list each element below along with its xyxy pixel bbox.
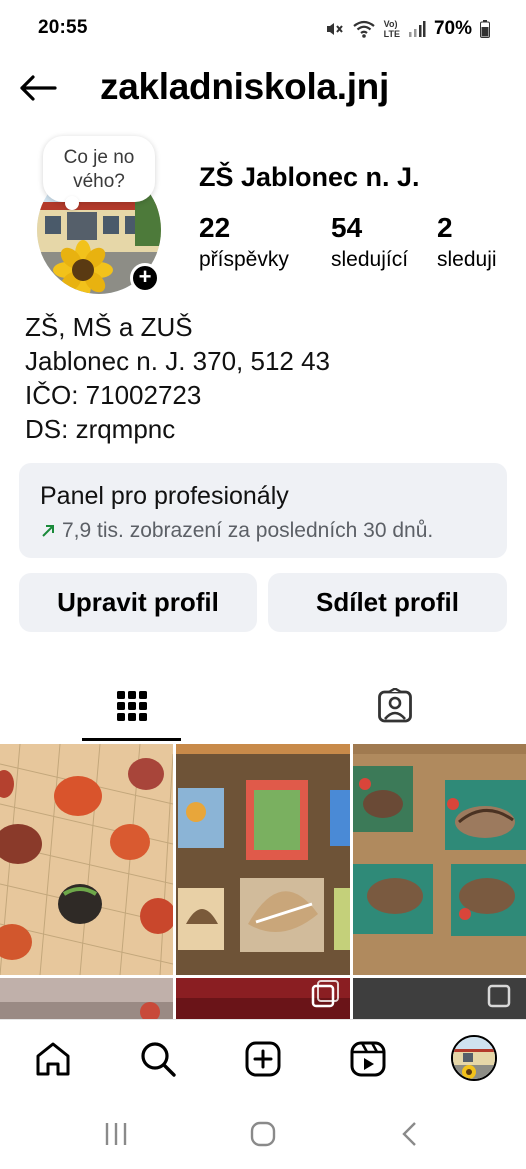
nav-create[interactable] xyxy=(240,1036,286,1082)
back-arrow-icon xyxy=(20,75,57,101)
stat-followers[interactable]: 54 sledující xyxy=(331,210,408,274)
search-icon xyxy=(141,1042,176,1077)
pro-panel-subtitle: 7,9 tis. zobrazení za posledních 30 dnů. xyxy=(40,519,433,543)
nav-profile-avatar[interactable] xyxy=(451,1035,497,1081)
stat-posts-label: příspěvky xyxy=(199,248,289,271)
apples-artwork xyxy=(0,744,173,975)
partial-artwork xyxy=(176,978,350,1019)
back-button[interactable] xyxy=(16,68,60,108)
share-profile-button[interactable]: Sdílet profil xyxy=(268,573,507,632)
bio-line: ZŠ, MŠ a ZUŠ xyxy=(25,312,193,342)
recent-apps-button[interactable] xyxy=(96,1117,136,1151)
stat-posts[interactable]: 22 příspěvky xyxy=(199,210,289,274)
post-thumbnail[interactable] xyxy=(0,978,173,1019)
status-bar: 20:55 Vo) LTE 70% xyxy=(0,0,526,58)
stat-following[interactable]: 2 sleduji xyxy=(437,210,497,274)
post-thumbnail[interactable] xyxy=(353,978,526,1019)
stat-followers-value: 54 xyxy=(331,212,363,243)
battery-percent: 70% xyxy=(433,18,472,39)
tab-tagged[interactable] xyxy=(263,670,526,742)
plus-icon: + xyxy=(138,264,152,289)
tagged-person-icon xyxy=(377,688,412,723)
nav-home[interactable] xyxy=(30,1036,76,1082)
post-thumbnail[interactable] xyxy=(176,978,350,1019)
volte-indicator: Vo) LTE xyxy=(383,19,400,39)
home-circle-icon xyxy=(250,1121,276,1147)
post-thumbnail[interactable] xyxy=(353,744,526,975)
wifi-icon xyxy=(352,20,375,38)
trend-up-icon xyxy=(42,525,54,537)
post-thumbnail[interactable] xyxy=(176,744,350,975)
professional-dashboard[interactable]: Panel pro profesionály 7,9 tis. zobrazen… xyxy=(19,463,507,558)
bio-line: IČO: 71002723 xyxy=(25,380,202,410)
system-navigation xyxy=(0,1097,526,1169)
profile-avatar-mini xyxy=(453,1037,495,1079)
stat-following-value: 2 xyxy=(437,212,453,243)
mute-icon xyxy=(326,23,343,35)
recent-apps-icon xyxy=(105,1123,127,1145)
partial-artwork xyxy=(0,978,173,1019)
posts-grid xyxy=(0,744,526,1019)
hedgehogs-artwork xyxy=(353,744,526,975)
stat-followers-label: sledující xyxy=(331,248,409,271)
signal-icon xyxy=(408,21,426,37)
tab-posts-grid[interactable] xyxy=(0,670,263,742)
nav-search[interactable] xyxy=(135,1036,181,1082)
note-bubble[interactable]: Co je no vého? xyxy=(43,136,155,210)
system-back-button[interactable] xyxy=(390,1117,430,1151)
grid-icon xyxy=(116,691,147,721)
home-button[interactable] xyxy=(243,1117,283,1151)
status-icons: Vo) LTE 70% xyxy=(324,17,490,41)
add-story-button[interactable]: + xyxy=(130,263,160,293)
create-icon xyxy=(245,1041,281,1077)
profile-header: zakladniskola.jnj xyxy=(0,58,526,120)
note-text: Co je no vého? xyxy=(63,147,135,192)
stat-following-label: sleduji xyxy=(437,248,497,271)
pro-panel-title: Panel pro profesionály xyxy=(40,482,289,510)
profile-bio: ZŠ, MŠ a ZUŠ Jablonec n. J. 370, 512 43 … xyxy=(25,310,330,446)
pro-panel-views: 7,9 tis. zobrazení za posledních 30 dnů. xyxy=(62,519,434,542)
username-title[interactable]: zakladniskola.jnj xyxy=(100,66,389,108)
profile-tabs xyxy=(0,670,526,742)
post-thumbnail[interactable] xyxy=(0,744,173,975)
status-time: 20:55 xyxy=(38,17,88,38)
edit-profile-button[interactable]: Upravit profil xyxy=(19,573,257,632)
reels-icon xyxy=(350,1041,386,1077)
chevron-left-icon xyxy=(402,1122,416,1146)
stat-posts-value: 22 xyxy=(199,212,231,243)
bottom-navigation xyxy=(0,1019,526,1107)
bio-line: Jablonec n. J. 370, 512 43 xyxy=(25,346,331,376)
partial-artwork xyxy=(353,978,526,1019)
display-name: ZŠ Jablonec n. J. xyxy=(199,162,420,192)
nav-reels[interactable] xyxy=(345,1036,391,1082)
active-tab-indicator xyxy=(82,738,181,741)
bio-line: DS: zrqmpnc xyxy=(25,414,176,444)
battery-icon xyxy=(480,20,490,38)
paintings-artwork xyxy=(176,744,350,975)
home-icon xyxy=(36,1042,70,1076)
